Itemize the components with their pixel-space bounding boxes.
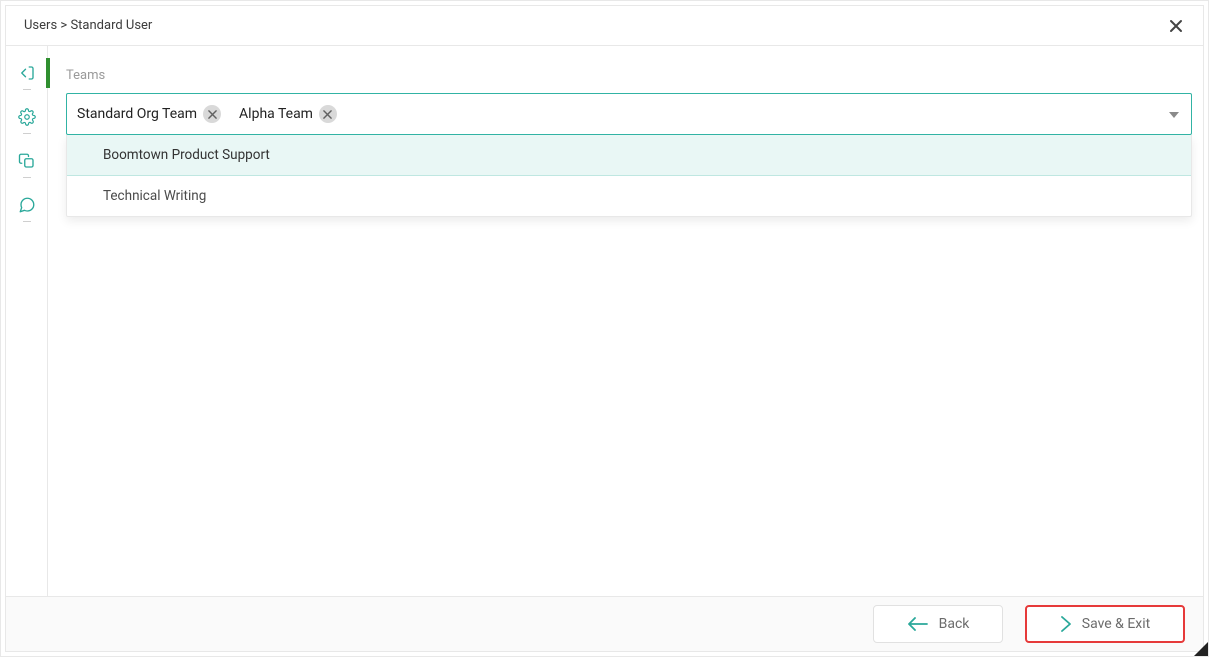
teams-option[interactable]: Boomtown Product Support [67,135,1191,176]
teams-chip-label: Standard Org Team [77,106,197,122]
teams-option-label: Boomtown Product Support [103,147,270,163]
teams-multiselect[interactable]: Standard Org Team Alpha Team [66,93,1192,135]
panel-header: Users > Standard User [6,6,1203,46]
panel-body: Teams Standard Org Team Alpha Team [6,46,1203,596]
sidebar-divider [23,133,31,134]
panel-footer: Back Save & Exit [6,596,1203,651]
teams-chip: Standard Org Team [77,105,221,123]
teams-dropdown: Boomtown Product Support Technical Writi… [66,135,1192,217]
inner-frame: Users > Standard User [5,5,1204,652]
chip-remove-icon[interactable] [319,105,337,123]
breadcrumb-separator: > [60,18,67,33]
teams-chip: Alpha Team [239,105,337,123]
breadcrumb-root[interactable]: Users [24,18,57,33]
sidebar [6,46,48,596]
sidebar-divider [23,221,31,222]
close-icon[interactable] [1167,17,1185,35]
content-area: Teams Standard Org Team Alpha Team [48,46,1203,596]
back-button-label: Back [939,616,970,632]
sidebar-divider [23,177,31,178]
resize-handle-icon[interactable] [1194,642,1208,656]
teams-chip-label: Alpha Team [239,106,313,122]
dropdown-caret-icon[interactable] [1169,106,1179,122]
sidebar-divider [23,89,31,90]
teams-option-label: Technical Writing [103,188,206,204]
outer-frame: Users > Standard User [0,0,1209,657]
breadcrumb-current: Standard User [70,18,152,33]
breadcrumb: Users > Standard User [24,18,152,33]
sidebar-item-chat[interactable] [14,192,40,218]
sidebar-item-settings[interactable] [14,104,40,130]
sidebar-item-copy[interactable] [14,148,40,174]
teams-option[interactable]: Technical Writing [67,176,1191,216]
chip-remove-icon[interactable] [203,105,221,123]
back-button[interactable]: Back [873,605,1003,643]
save-exit-button-label: Save & Exit [1082,616,1150,632]
teams-field-label: Teams [66,68,1203,83]
sidebar-item-login[interactable] [14,60,40,86]
chevron-right-icon [1060,616,1072,632]
arrow-left-icon [907,617,929,631]
save-exit-button[interactable]: Save & Exit [1025,605,1185,643]
